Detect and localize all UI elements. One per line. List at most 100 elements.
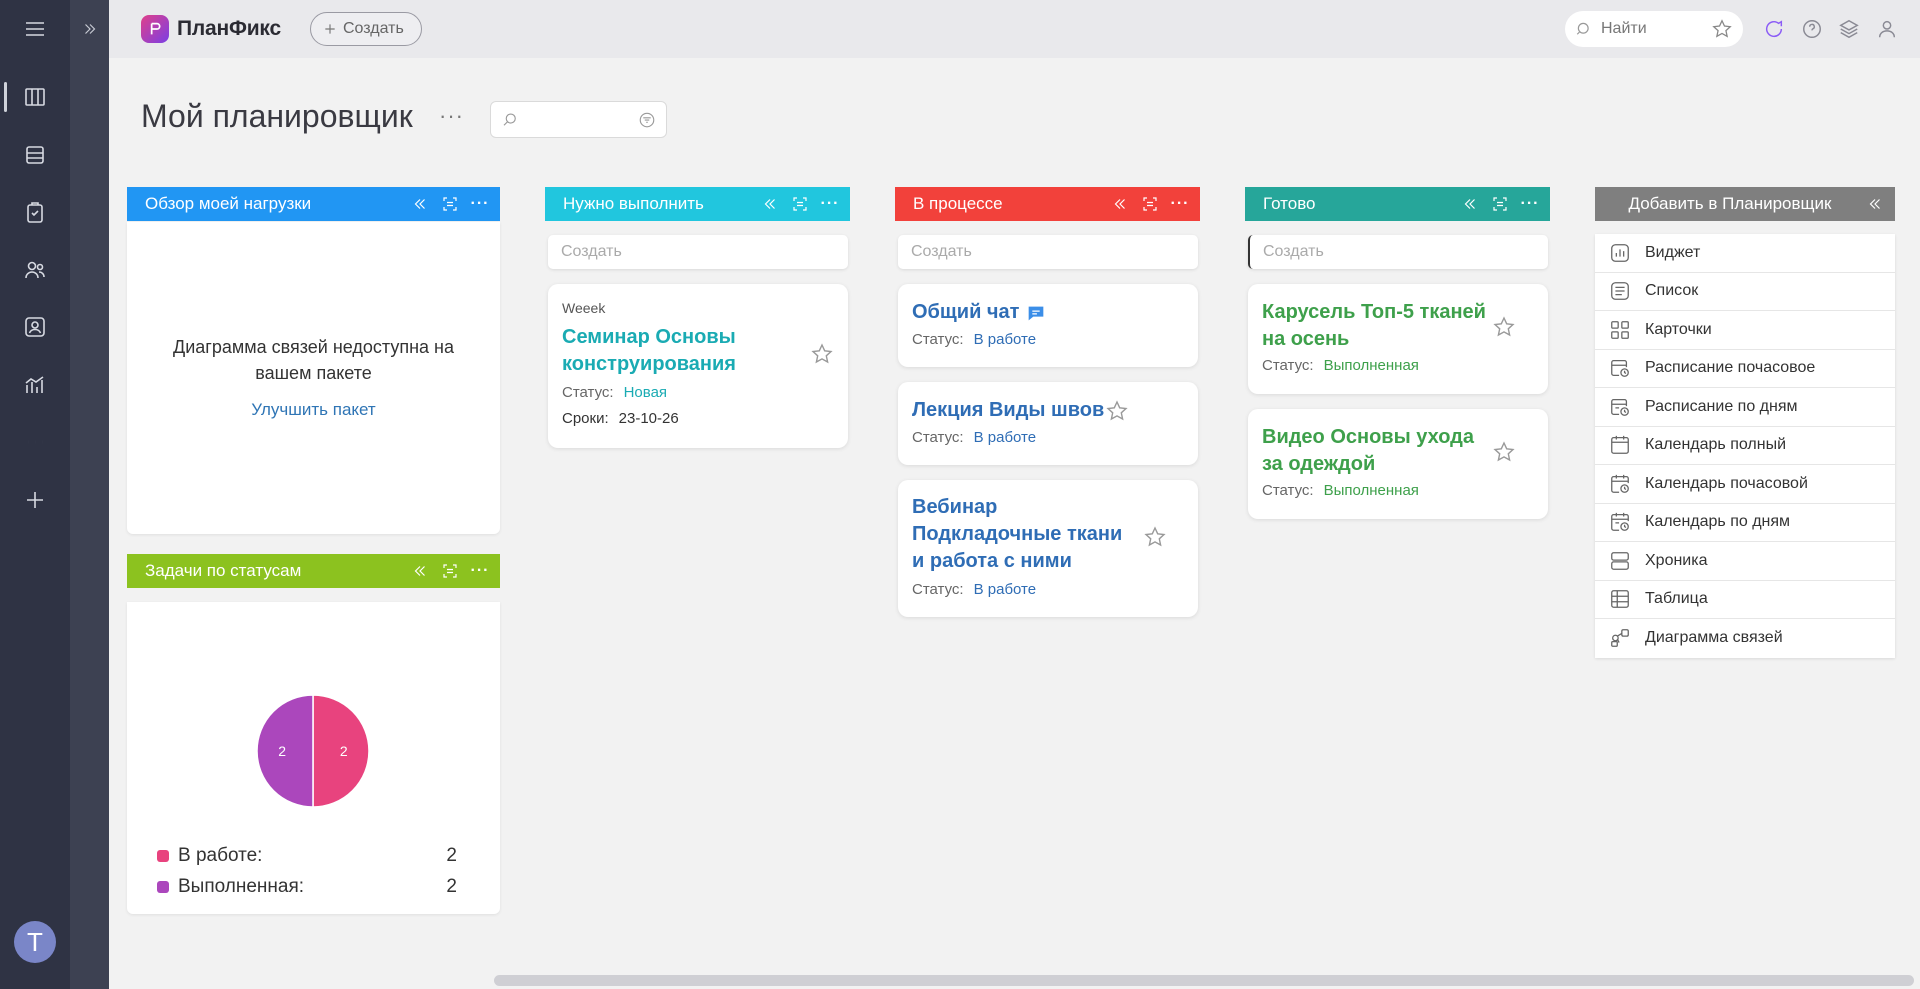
page-more-button[interactable]: ··· bbox=[439, 103, 464, 129]
nav-inbox[interactable] bbox=[0, 132, 70, 178]
add-item-schedule-daily[interactable]: Расписание по дням bbox=[1595, 388, 1895, 427]
add-item-cards[interactable]: Карточки bbox=[1595, 311, 1895, 350]
column-menu-button[interactable]: ··· bbox=[470, 194, 490, 214]
planner-search[interactable] bbox=[490, 101, 667, 138]
collapse-button[interactable] bbox=[1865, 194, 1885, 214]
column-menu-button[interactable]: ··· bbox=[1170, 194, 1190, 214]
task-card[interactable]: Общий чат Статус: В работе bbox=[898, 284, 1198, 367]
app-logo[interactable]: ПланФикс bbox=[141, 15, 281, 43]
search-icon bbox=[503, 112, 516, 126]
status-value[interactable]: Выполненная bbox=[1324, 482, 1419, 499]
task-title[interactable]: Видео Основы ухода за одеждой bbox=[1262, 424, 1474, 478]
add-item-label: Расписание почасовое bbox=[1645, 359, 1816, 377]
star-icon[interactable] bbox=[810, 342, 834, 366]
add-item-calendar-full[interactable]: Календарь полный bbox=[1595, 427, 1895, 465]
column-menu-button[interactable]: ··· bbox=[1520, 194, 1540, 214]
contact-card-icon bbox=[25, 317, 45, 337]
star-icon[interactable] bbox=[1492, 315, 1516, 339]
expand-panel-button[interactable] bbox=[70, 10, 109, 48]
task-title[interactable]: Общий чат bbox=[912, 299, 1047, 326]
fullscreen-icon bbox=[443, 564, 457, 578]
task-card[interactable]: Weeek Семинар Основы конструирования Ста… bbox=[548, 284, 848, 448]
legend-value: 2 bbox=[446, 845, 457, 866]
star-icon[interactable] bbox=[1711, 18, 1733, 40]
create-task-field[interactable]: Создать bbox=[548, 235, 848, 269]
nav-profile[interactable] bbox=[0, 304, 70, 350]
task-title[interactable]: Семинар Основы конструирования bbox=[562, 324, 736, 378]
task-icon bbox=[27, 202, 43, 223]
horizontal-scrollbar[interactable] bbox=[494, 975, 1914, 986]
fullscreen-button[interactable] bbox=[440, 194, 460, 214]
user-icon bbox=[1878, 20, 1896, 38]
add-item-widget[interactable]: Виджет bbox=[1595, 234, 1895, 273]
task-title-line: Видео Основы ухода bbox=[1262, 426, 1475, 448]
create-task-field[interactable]: Создать bbox=[898, 235, 1198, 269]
collapse-button[interactable] bbox=[760, 194, 780, 214]
schedule-daily-icon bbox=[1611, 398, 1629, 416]
nav-more[interactable] bbox=[0, 419, 70, 465]
task-card[interactable]: Карусель Топ-5 тканей на осень Статус: В… bbox=[1248, 284, 1548, 394]
fullscreen-button[interactable] bbox=[440, 561, 460, 581]
user-avatar[interactable]: T bbox=[14, 921, 56, 963]
user-menu-button[interactable] bbox=[1874, 16, 1900, 42]
task-title[interactable]: Лекция Виды швов bbox=[912, 397, 1104, 424]
global-search[interactable]: Найти bbox=[1565, 11, 1743, 47]
logo-text: ПланФикс bbox=[177, 17, 281, 40]
add-item-calendar-hourly[interactable]: Календарь почасовой bbox=[1595, 465, 1895, 504]
help-button[interactable] bbox=[1799, 16, 1825, 42]
add-item-chronicle[interactable]: Хроника bbox=[1595, 542, 1895, 581]
filter-icon[interactable] bbox=[638, 111, 656, 129]
add-item-calendar-daily[interactable]: Календарь по дням bbox=[1595, 504, 1895, 542]
status-row: Статус: Выполненная bbox=[1262, 357, 1419, 374]
task-card[interactable]: Вебинар Подкладочные ткани и работа с ни… bbox=[898, 480, 1198, 617]
status-value[interactable]: В работе bbox=[974, 581, 1037, 598]
task-title[interactable]: Карусель Топ-5 тканей на осень bbox=[1262, 299, 1486, 353]
task-title-line: за одеждой bbox=[1262, 453, 1376, 475]
status-value[interactable]: В работе bbox=[974, 429, 1037, 446]
add-item-list[interactable]: Список bbox=[1595, 273, 1895, 311]
collapse-button[interactable] bbox=[1110, 194, 1130, 214]
menu-button[interactable] bbox=[0, 6, 70, 52]
layers-button[interactable] bbox=[1836, 16, 1862, 42]
star-icon[interactable] bbox=[1105, 399, 1129, 423]
task-card[interactable]: Видео Основы ухода за одеждой Статус: Вы… bbox=[1248, 409, 1548, 519]
plus-icon bbox=[27, 492, 43, 508]
nav-add[interactable] bbox=[0, 477, 70, 523]
pie-data-label: 2 bbox=[278, 743, 286, 759]
deadline-value: 23-10-26 bbox=[618, 410, 679, 427]
star-icon[interactable] bbox=[1492, 440, 1516, 464]
status-row: Статус: В работе bbox=[912, 429, 1036, 446]
add-item-diagram[interactable]: Диаграмма связей bbox=[1595, 619, 1895, 658]
nav-tasks[interactable] bbox=[0, 190, 70, 236]
status-value[interactable]: Новая bbox=[624, 384, 667, 401]
nav-planner[interactable] bbox=[0, 74, 70, 120]
fullscreen-button[interactable] bbox=[1140, 194, 1160, 214]
status-chart-panel: 22 В работе: 2 Выполненная: 2 bbox=[127, 602, 500, 914]
status-value[interactable]: Выполненная bbox=[1324, 357, 1419, 374]
task-title[interactable]: Вебинар Подкладочные ткани и работа с ни… bbox=[912, 494, 1122, 575]
collapse-button[interactable] bbox=[410, 561, 430, 581]
notifications-button[interactable] bbox=[1761, 16, 1787, 42]
search-icon bbox=[1576, 22, 1589, 35]
add-item-schedule-hourly[interactable]: Расписание почасовое bbox=[1595, 350, 1895, 388]
fullscreen-button[interactable] bbox=[1490, 194, 1510, 214]
status-value[interactable]: В работе bbox=[974, 331, 1037, 348]
legend-item: Выполненная: 2 bbox=[157, 876, 457, 898]
create-task-field[interactable]: Создать bbox=[1248, 235, 1548, 269]
nav-analytics[interactable] bbox=[0, 362, 70, 408]
top-bar: ПланФикс Создать Найти 1 bbox=[109, 0, 1920, 58]
nav-contacts[interactable] bbox=[0, 247, 70, 293]
fullscreen-button[interactable] bbox=[790, 194, 810, 214]
column-menu-button[interactable]: ··· bbox=[820, 194, 840, 214]
collapse-button[interactable] bbox=[410, 194, 430, 214]
status-row: Статус: В работе bbox=[912, 331, 1036, 348]
star-icon[interactable] bbox=[1143, 525, 1167, 549]
collapse-button[interactable] bbox=[1460, 194, 1480, 214]
column-menu-button[interactable]: ··· bbox=[470, 561, 490, 581]
add-item-table[interactable]: Таблица bbox=[1595, 581, 1895, 619]
upgrade-link[interactable]: Улучшить пакет bbox=[127, 400, 500, 420]
add-item-label: Календарь по дням bbox=[1645, 513, 1791, 531]
create-button[interactable]: Создать bbox=[310, 12, 422, 46]
planner-icon bbox=[25, 88, 45, 106]
task-card[interactable]: Лекция Виды швов Статус: В работе bbox=[898, 382, 1198, 465]
